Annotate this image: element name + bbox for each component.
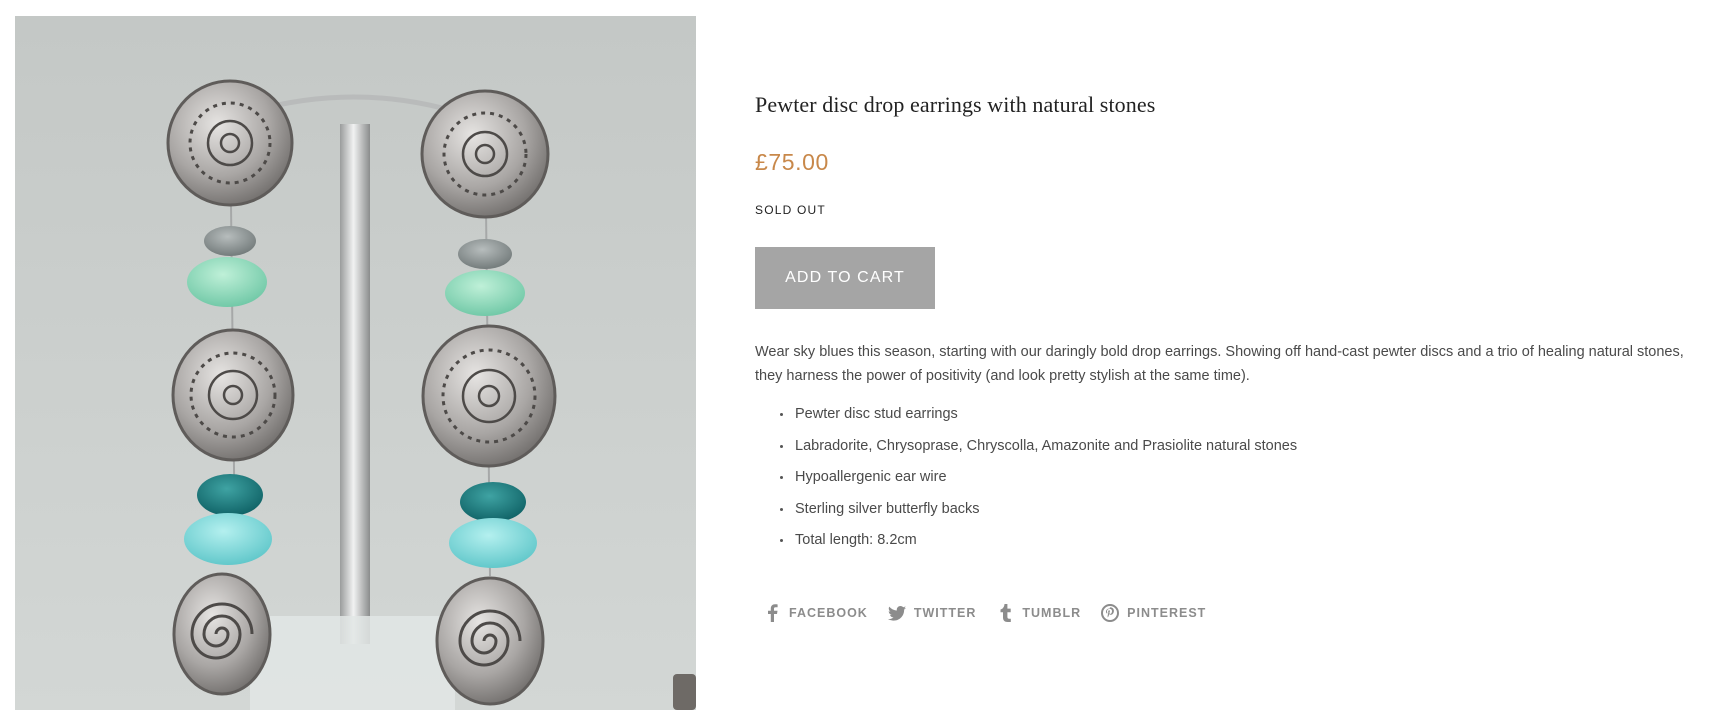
feature-list: Pewter disc stud earrings Labradorite, C… — [755, 402, 1297, 560]
pinterest-icon — [1101, 603, 1120, 623]
social-share-bar: FACEBOOK TWITTER TUMBLR PINTEREST — [763, 603, 1226, 623]
product-title: Pewter disc drop earrings with natural s… — [755, 92, 1156, 117]
twitter-icon — [887, 603, 906, 623]
feature-item: Labradorite, Chrysoprase, Chryscolla, Am… — [779, 434, 1297, 466]
feature-item: Sterling silver butterfly backs — [779, 497, 1297, 529]
facebook-icon — [763, 603, 781, 623]
share-tumblr-link[interactable]: TUMBLR — [996, 603, 1081, 623]
share-pinterest-label: PINTEREST — [1127, 606, 1207, 620]
feature-item: Hypoallergenic ear wire — [779, 465, 1297, 497]
share-facebook-label: FACEBOOK — [789, 606, 868, 620]
tumblr-icon — [996, 603, 1014, 623]
add-to-cart-button[interactable]: ADD TO CART — [755, 247, 935, 309]
share-twitter-label: TWITTER — [913, 606, 977, 620]
feature-item: Total length: 8.2cm — [779, 528, 1297, 560]
feature-item: Pewter disc stud earrings — [779, 402, 1297, 434]
product-description: Wear sky blues this season, starting wit… — [755, 344, 1684, 384]
share-twitter-link[interactable]: TWITTER — [887, 603, 977, 623]
share-facebook-link[interactable]: FACEBOOK — [763, 603, 868, 623]
stock-status: SOLD OUT — [755, 203, 826, 217]
share-tumblr-label: TUMBLR — [1022, 606, 1082, 620]
product-image[interactable] — [15, 16, 696, 710]
product-price: £75.00 — [755, 149, 829, 175]
share-pinterest-link[interactable]: PINTEREST — [1101, 603, 1206, 623]
